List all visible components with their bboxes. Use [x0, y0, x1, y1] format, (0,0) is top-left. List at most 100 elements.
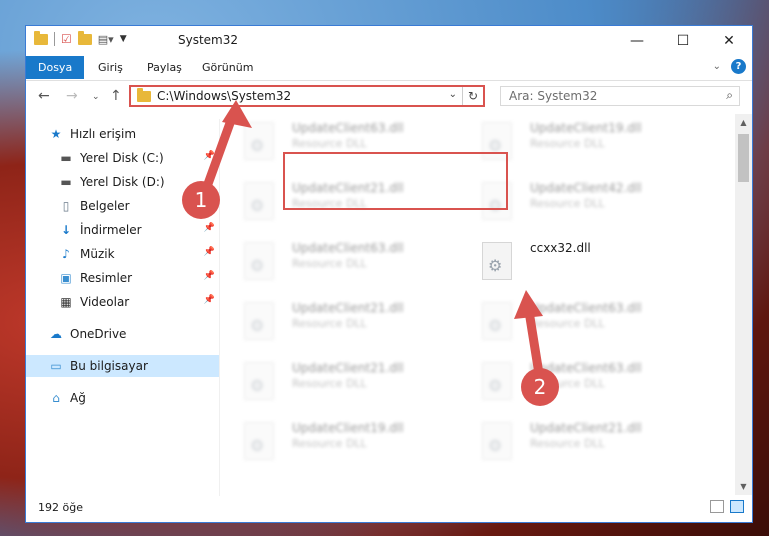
sidebar-item-pictures[interactable]: ▣ Resimler 📌 — [58, 267, 219, 289]
file-type: Resource DLL — [530, 197, 605, 210]
video-icon: ▦ — [60, 295, 72, 309]
pin-icon: 📌 — [203, 175, 215, 185]
forward-arrow-icon[interactable]: → — [66, 88, 78, 104]
title-bar: ☑ ▤▾ ▼ System32 — ☐ ✕ — [26, 26, 752, 56]
window-title: System32 — [178, 33, 239, 47]
sidebar-item-quick-access[interactable]: ★ Hızlı erişim — [48, 123, 219, 145]
list-item[interactable]: ⚙ UpdateClient19.dll Resource DLL — [226, 414, 456, 464]
recent-locations-icon[interactable]: ⌄ — [92, 92, 100, 102]
sidebar-item-onedrive[interactable]: ☁ OneDrive — [48, 323, 219, 345]
tab-paylas[interactable]: Paylaş — [135, 56, 194, 79]
quick-access-toolbar: ☑ ▤▾ ▼ — [34, 30, 127, 46]
search-icon[interactable]: ⌕ — [726, 88, 733, 103]
file-type: Resource DLL — [530, 377, 605, 390]
sidebar-item-this-pc[interactable]: ▭ Bu bilgisayar — [26, 355, 219, 377]
star-icon: ★ — [50, 127, 62, 141]
file-type: Resource DLL — [292, 437, 367, 450]
sidebar-item-label: Yerel Disk (C:) — [80, 151, 164, 165]
refresh-icon[interactable]: ↻ — [462, 87, 483, 105]
file-name: UpdateClient21.dll — [292, 361, 404, 375]
new-folder-icon[interactable] — [77, 30, 92, 45]
vertical-scrollbar[interactable]: ▲ ▼ — [735, 114, 752, 495]
sidebar-item-documents[interactable]: ▯ Belgeler 📌 — [58, 195, 219, 217]
file-type: Resource DLL — [292, 257, 367, 270]
file-name: UpdateClient63.dll — [530, 361, 642, 375]
scroll-up-icon[interactable]: ▲ — [735, 114, 752, 131]
list-item[interactable]: ⚙ UpdateClient21.dll Resource DLL — [226, 294, 456, 344]
address-bar[interactable]: C:\Windows\System32 ⌄ ↻ — [129, 85, 485, 107]
sidebar-item-label: Hızlı erişim — [70, 127, 137, 141]
explorer-window: ☑ ▤▾ ▼ System32 — ☐ ✕ Dosya Giriş Paylaş… — [25, 25, 753, 523]
pin-icon: 📌 — [203, 199, 215, 209]
expand-ribbon-icon[interactable]: ⌄ — [713, 61, 721, 72]
scroll-down-icon[interactable]: ▼ — [735, 478, 752, 495]
file-type: Resource DLL — [292, 137, 367, 150]
list-item[interactable]: ⚙ UpdateClient63.dll Resource DLL — [464, 294, 694, 344]
pin-icon: 📌 — [203, 247, 215, 257]
dll-file-icon: ⚙ — [244, 362, 274, 400]
toolbar-separator — [54, 32, 55, 46]
list-item-ccxx32[interactable]: ⚙ ccxx32.dll — [464, 234, 694, 284]
dll-file-icon: ⚙ — [244, 182, 274, 220]
folder-icon — [137, 88, 151, 102]
large-icons-view-icon[interactable] — [730, 500, 744, 513]
help-icon[interactable]: ? — [731, 59, 746, 74]
file-name: UpdateClient21.dll — [292, 301, 404, 315]
chevron-down-icon[interactable]: ⌄ — [449, 89, 457, 100]
list-item[interactable]: ⚙ UpdateClient63.dll Resource DLL — [464, 354, 694, 404]
properties-icon[interactable]: ☑ — [61, 32, 72, 46]
sidebar-item-videos[interactable]: ▦ Videolar 📌 — [58, 291, 219, 313]
dll-file-icon: ⚙ — [244, 422, 274, 460]
folder-icon — [34, 30, 48, 45]
sidebar-item-network[interactable]: ⌂ Ağ — [48, 387, 219, 409]
dll-file-icon: ⚙ — [482, 302, 512, 340]
sidebar-item-label: Ağ — [70, 391, 86, 405]
list-item[interactable]: ⚙ UpdateClient63.dll Resource DLL — [226, 234, 456, 284]
sidebar-item-local-disk-c[interactable]: ▬ Yerel Disk (C:) 📌 — [58, 147, 219, 169]
sidebar-item-local-disk-d[interactable]: ▬ Yerel Disk (D:) 📌 — [58, 171, 219, 193]
file-name: UpdateClient19.dll — [292, 421, 404, 435]
list-item[interactable]: ⚙ UpdateClient21.dll Resource DLL — [226, 354, 456, 404]
chevron-down-icon[interactable]: ▼ — [120, 34, 127, 44]
sidebar-item-label: Müzik — [80, 247, 115, 261]
sidebar-item-music[interactable]: ♪ Müzik 📌 — [58, 243, 219, 265]
file-name: UpdateClient19.dll — [530, 121, 642, 135]
dll-file-icon: ⚙ — [244, 302, 274, 340]
customize-icon[interactable]: ▤▾ — [98, 33, 114, 46]
tab-dosya[interactable]: Dosya — [26, 56, 85, 79]
search-placeholder: Ara: System32 — [509, 89, 598, 103]
tab-giris[interactable]: Giriş — [86, 56, 135, 79]
sidebar-item-label: OneDrive — [70, 327, 127, 341]
file-name: UpdateClient42.dll — [530, 181, 642, 195]
list-item[interactable]: ⚙ UpdateClient21.dll Resource DLL — [464, 414, 694, 464]
address-path[interactable]: C:\Windows\System32 — [157, 89, 291, 103]
dll-file-icon: ⚙ — [482, 362, 512, 400]
sidebar-item-label: Resimler — [80, 271, 133, 285]
details-view-icon[interactable] — [710, 500, 724, 513]
sidebar-item-downloads[interactable]: ↓ İndirmeler 📌 — [58, 219, 219, 241]
back-arrow-icon[interactable]: ← — [38, 88, 50, 104]
highlight-box-ccxx32 — [283, 152, 508, 210]
search-input[interactable]: Ara: System32 ⌕ — [500, 86, 740, 106]
network-icon: ⌂ — [52, 391, 60, 405]
file-name: UpdateClient63.dll — [292, 121, 404, 135]
pin-icon: 📌 — [203, 271, 215, 281]
item-count: 192 öğe — [38, 501, 83, 514]
dll-file-icon: ⚙ — [244, 242, 274, 280]
tab-gorunum[interactable]: Görünüm — [190, 56, 265, 79]
computer-icon: ▭ — [50, 359, 62, 373]
status-bar: 192 öğe — [26, 494, 752, 522]
sidebar-item-label: Videolar — [80, 295, 130, 309]
file-name: UpdateClient21.dll — [530, 421, 642, 435]
maximize-button[interactable]: ☐ — [660, 26, 706, 56]
scrollbar-thumb[interactable] — [738, 134, 749, 182]
up-arrow-icon[interactable]: ↑ — [110, 88, 122, 104]
music-icon: ♪ — [62, 247, 70, 261]
minimize-button[interactable]: — — [614, 26, 660, 56]
close-button[interactable]: ✕ — [706, 26, 752, 56]
pictures-icon: ▣ — [60, 271, 72, 285]
download-icon: ↓ — [60, 223, 72, 237]
ribbon: Dosya Giriş Paylaş Görünüm ⌄ ? — [26, 56, 752, 81]
pin-icon: 📌 — [203, 151, 215, 161]
navigation-bar: ← → ⌄ ↑ C:\Windows\System32 ⌄ ↻ Ara: Sys… — [26, 83, 752, 111]
